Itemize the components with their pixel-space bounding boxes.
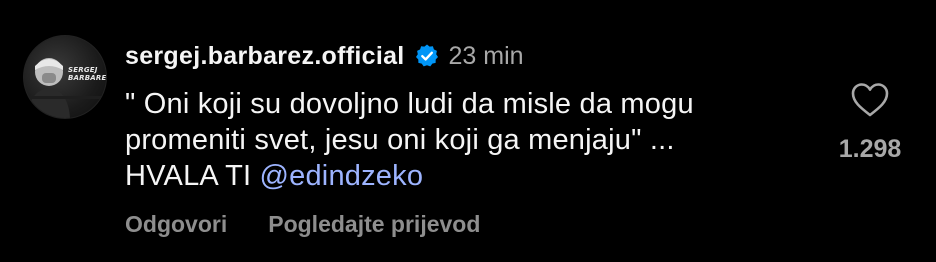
comment-text-line: HVALA TI @edindzeko (125, 158, 815, 194)
comment-header: sergej.barbarez.official 23 min (125, 38, 524, 74)
comment-timestamp: 23 min (448, 41, 524, 70)
verified-badge-icon (415, 44, 438, 67)
comment-text-line: promeniti svet, jesu oni koji ga menjaju… (125, 124, 675, 156)
comment-text: " Oni koji su dovoljno ludi da misle da … (125, 86, 815, 194)
comment: SERGEJ BARBAREZ sergej.barbarez.official… (0, 0, 936, 262)
avatar[interactable]: SERGEJ BARBAREZ (23, 35, 107, 119)
like-count: 1.298 (838, 135, 902, 163)
comment-actions: Odgovori Pogledajte prijevod (125, 211, 480, 238)
comment-text-segment: HVALA TI (125, 160, 260, 192)
translate-button[interactable]: Pogledajte prijevod (268, 211, 480, 238)
reply-button[interactable]: Odgovori (125, 211, 227, 238)
like-area: 1.298 (820, 82, 920, 164)
heart-outline-icon[interactable] (850, 82, 890, 118)
avatar-logo-text: SERGEJ BARBAREZ (68, 66, 107, 82)
comment-text-line: " Oni koji su dovoljno ludi da misle da … (125, 88, 694, 120)
mention-link[interactable]: @edindzeko (260, 160, 424, 192)
username-link[interactable]: sergej.barbarez.official (125, 42, 405, 71)
